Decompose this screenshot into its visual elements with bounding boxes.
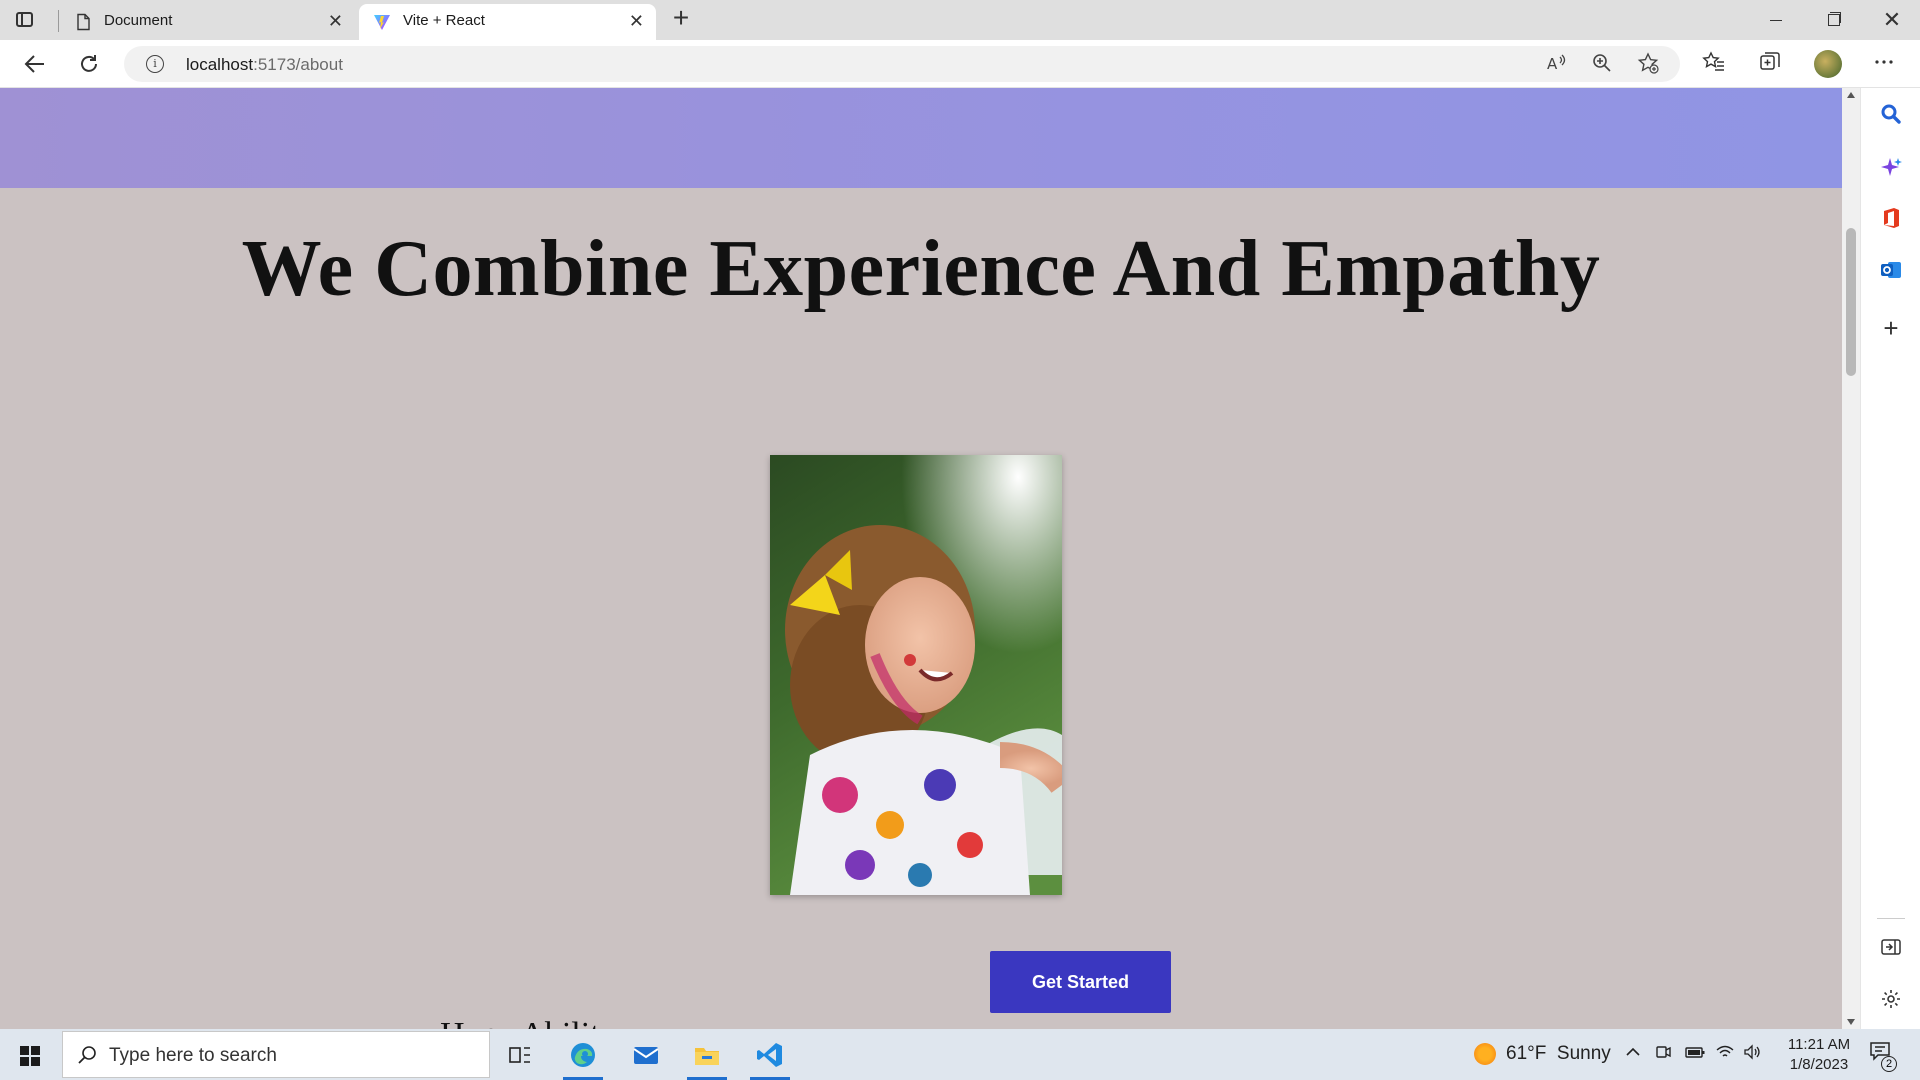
url-text[interactable]: localhost:5173/about: [186, 55, 343, 75]
tab-title: Document: [104, 12, 173, 29]
page-viewport: We Combine Experience And Empathy Get St…: [0, 88, 1842, 1029]
get-started-button[interactable]: Get Started: [990, 951, 1171, 1013]
hero-photo: [770, 455, 1062, 895]
add-sidebar-app-icon[interactable]: +: [1877, 314, 1905, 342]
site-info-icon[interactable]: i: [146, 55, 164, 73]
header-banner: [0, 88, 1842, 188]
hide-sidebar-icon[interactable]: [1877, 936, 1905, 964]
add-favorite-icon[interactable]: [1636, 52, 1660, 76]
taskbar-search-box[interactable]: Type here to search: [62, 1031, 490, 1078]
clock-time: 11:21 AM: [1787, 1036, 1851, 1053]
file-explorer-icon[interactable]: [677, 1029, 737, 1080]
scroll-down-arrow-icon[interactable]: [1847, 1019, 1855, 1025]
volume-icon[interactable]: [1742, 1043, 1764, 1065]
start-button[interactable]: [0, 1029, 60, 1080]
vscode-icon[interactable]: [740, 1029, 800, 1080]
close-tab-icon[interactable]: ✕: [629, 12, 644, 30]
outlook-icon[interactable]: [1877, 258, 1905, 286]
task-view-icon[interactable]: [490, 1029, 550, 1080]
mail-icon[interactable]: [616, 1029, 676, 1080]
search-placeholder: Type here to search: [109, 1045, 277, 1066]
tab-title: Vite + React: [403, 12, 485, 29]
tab-actions-icon[interactable]: [14, 9, 36, 31]
tab-separator: [58, 10, 59, 32]
edge-browser-icon[interactable]: [553, 1029, 613, 1080]
weather-temperature: 61°F: [1506, 1043, 1547, 1065]
refresh-icon[interactable]: [72, 48, 106, 80]
notification-count-badge: 2: [1881, 1056, 1897, 1072]
intro-paragraph-partial: Hope Ability ...: [440, 1016, 1740, 1029]
sunny-weather-icon: [1474, 1043, 1496, 1065]
tab-document[interactable]: Document ✕: [60, 4, 355, 40]
office-icon[interactable]: [1877, 206, 1905, 234]
wifi-icon[interactable]: [1714, 1043, 1736, 1065]
clock-date: 1/8/2023: [1789, 1056, 1849, 1073]
back-arrow-icon[interactable]: [18, 48, 52, 80]
close-window-button[interactable]: ✕: [1864, 0, 1920, 40]
search-icon: [77, 1044, 99, 1066]
tab-vite-react[interactable]: Vite + React ✕: [359, 4, 656, 40]
search-icon[interactable]: [1877, 102, 1905, 130]
show-hidden-icons-chevron-icon[interactable]: [1622, 1043, 1644, 1065]
tab-strip: Document ✕ Vite + React ✕ + ✕: [0, 0, 1920, 40]
collections-icon[interactable]: [1756, 50, 1784, 78]
close-tab-icon[interactable]: ✕: [328, 12, 343, 30]
address-bar[interactable]: i localhost:5173/about A: [124, 46, 1680, 82]
weather-widget[interactable]: 61°F Sunny: [1474, 1043, 1611, 1067]
discover-sparkle-icon[interactable]: [1877, 156, 1905, 184]
battery-icon[interactable]: [1684, 1043, 1706, 1065]
new-tab-button[interactable]: +: [666, 4, 696, 35]
settings-gear-icon[interactable]: [1877, 988, 1905, 1016]
windows-logo-icon: [20, 1046, 40, 1066]
edge-sidebar: +: [1860, 88, 1920, 1029]
read-aloud-icon[interactable]: A: [1544, 52, 1568, 76]
zoom-icon[interactable]: [1590, 52, 1614, 76]
url-path: :5173/about: [253, 55, 343, 74]
url-host: localhost: [186, 55, 254, 74]
meet-now-icon[interactable]: [1652, 1043, 1674, 1065]
restore-window-button[interactable]: [1806, 0, 1862, 40]
system-clock[interactable]: 11:21 AM 1/8/2023: [1774, 1035, 1864, 1075]
page-scrollbar[interactable]: [1842, 88, 1860, 1029]
page-title: We Combine Experience And Empathy: [241, 225, 1601, 313]
profile-avatar[interactable]: [1814, 50, 1842, 78]
minimize-window-button[interactable]: [1748, 0, 1804, 40]
more-options-icon[interactable]: [1870, 50, 1898, 78]
vite-logo-icon: [374, 15, 390, 30]
document-icon: [77, 13, 90, 31]
scrollbar-thumb[interactable]: [1846, 228, 1856, 376]
windows-taskbar: Type here to search 61°F Sunny 11:21 AM …: [0, 1029, 1920, 1080]
favorites-icon[interactable]: [1700, 50, 1728, 78]
sidebar-divider: [1877, 918, 1905, 919]
svg-text:A: A: [1547, 55, 1558, 73]
weather-condition: Sunny: [1556, 1043, 1611, 1065]
navigation-bar: i localhost:5173/about A: [0, 40, 1920, 88]
scroll-up-arrow-icon[interactable]: [1847, 92, 1855, 98]
